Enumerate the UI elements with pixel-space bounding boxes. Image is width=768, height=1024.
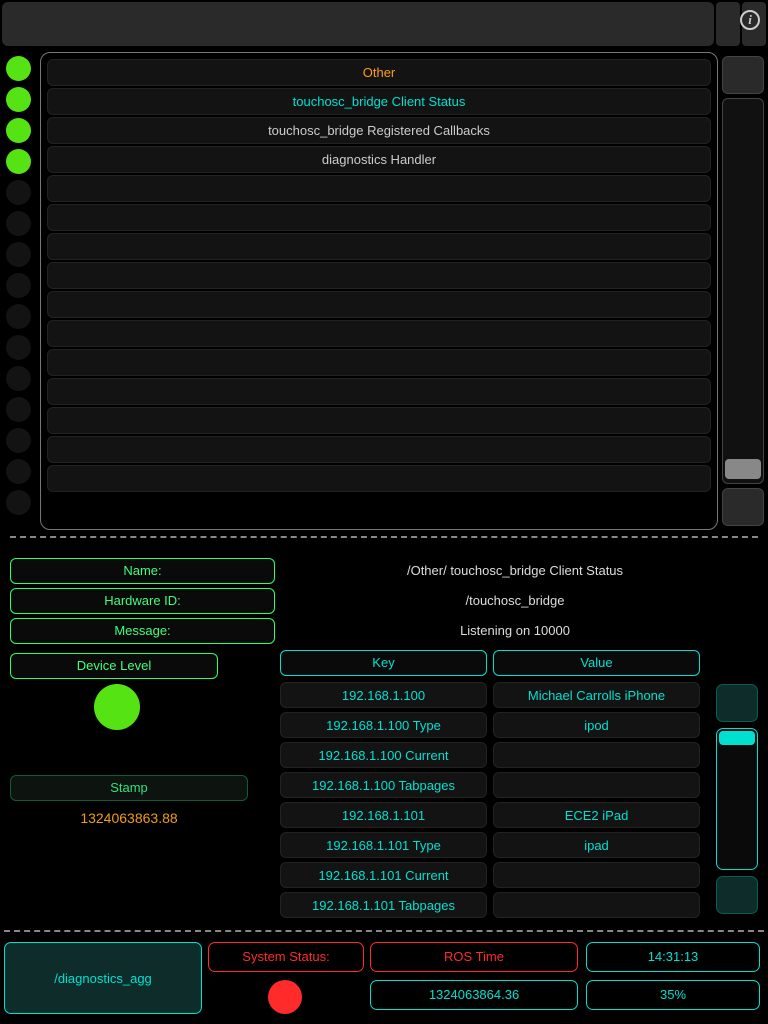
- list-item[interactable]: [47, 436, 711, 463]
- status-indicator: [6, 242, 31, 267]
- kv-row: 192.168.1.101 Tabpages: [280, 892, 700, 918]
- list-item[interactable]: touchosc_bridge Registered Callbacks: [47, 117, 711, 144]
- status-indicator: [6, 490, 31, 515]
- kv-key-cell: 192.168.1.101: [280, 802, 487, 828]
- list-item[interactable]: [47, 465, 711, 492]
- status-indicator: [6, 180, 31, 205]
- stamp-label: Stamp: [10, 775, 248, 801]
- message-label: Message:: [10, 618, 275, 644]
- top-bar: [2, 2, 714, 46]
- stamp-value: 1324063863.88: [10, 810, 248, 826]
- kv-key-cell: 192.168.1.100 Type: [280, 712, 487, 738]
- status-indicator: [6, 211, 31, 236]
- kv-row: 192.168.1.100 Tabpages: [280, 772, 700, 798]
- kv-scroll-thumb[interactable]: [719, 731, 755, 745]
- kv-row: 192.168.1.100 Current: [280, 742, 700, 768]
- detail-labels: Name: Hardware ID: Message:: [10, 558, 275, 648]
- ros-time-value: 1324063864.36: [370, 980, 578, 1010]
- kv-value-cell: [493, 892, 700, 918]
- kv-row: 192.168.1.100Michael Carrolls iPhone: [280, 682, 700, 708]
- list-item[interactable]: diagnostics Handler: [47, 146, 711, 173]
- kv-header-row: Key Value: [280, 650, 700, 676]
- diagnostics-topic[interactable]: /diagnostics_agg: [4, 942, 202, 1014]
- kv-key-cell: 192.168.1.100: [280, 682, 487, 708]
- stamp-box: Stamp: [10, 775, 248, 801]
- detail-values: /Other/ touchosc_bridge Client Status /t…: [285, 558, 745, 648]
- scroll-thumb[interactable]: [725, 459, 761, 479]
- kv-value-cell: ECE2 iPad: [493, 802, 700, 828]
- list-item[interactable]: [47, 320, 711, 347]
- device-level-box: Device Level: [10, 653, 218, 679]
- status-indicator: [6, 87, 31, 112]
- top-tab[interactable]: [716, 2, 740, 46]
- kv-row: 192.168.1.101 Current: [280, 862, 700, 888]
- list-item[interactable]: [47, 175, 711, 202]
- kv-key-cell: 192.168.1.100 Current: [280, 742, 487, 768]
- hardware-id-label: Hardware ID:: [10, 588, 275, 614]
- info-icon[interactable]: i: [740, 10, 760, 30]
- kv-value-cell: [493, 772, 700, 798]
- hardware-id-value: /touchosc_bridge: [285, 588, 745, 618]
- list-scrollbar[interactable]: [722, 56, 764, 526]
- status-indicator: [6, 56, 31, 81]
- list-item[interactable]: touchosc_bridge Client Status: [47, 88, 711, 115]
- device-level-indicator: [94, 684, 140, 730]
- list-item[interactable]: [47, 233, 711, 260]
- status-indicator: [6, 459, 31, 484]
- message-value: Listening on 10000: [285, 618, 745, 648]
- status-indicator: [6, 397, 31, 422]
- kv-value-header: Value: [493, 650, 700, 676]
- kv-row: 192.168.1.101ECE2 iPad: [280, 802, 700, 828]
- kv-value-cell: ipad: [493, 832, 700, 858]
- kv-value-cell: [493, 862, 700, 888]
- kv-scroll-down[interactable]: [716, 876, 758, 914]
- device-level-label: Device Level: [10, 653, 218, 679]
- kv-scrollbar[interactable]: [716, 684, 758, 914]
- scroll-track[interactable]: [722, 98, 764, 484]
- kv-value-cell: Michael Carrolls iPhone: [493, 682, 700, 708]
- ros-time-label: ROS Time: [370, 942, 578, 972]
- name-value: /Other/ touchosc_bridge Client Status: [285, 558, 745, 588]
- status-indicator-column: [6, 56, 31, 515]
- diagnostic-list-panel: Othertouchosc_bridge Client Statustoucho…: [40, 52, 718, 530]
- clock-time: 14:31:13: [586, 942, 760, 972]
- kv-key-cell: 192.168.1.101 Current: [280, 862, 487, 888]
- kv-value-cell: ipod: [493, 712, 700, 738]
- kv-key-header: Key: [280, 650, 487, 676]
- kv-value-cell: [493, 742, 700, 768]
- kv-key-cell: 192.168.1.101 Tabpages: [280, 892, 487, 918]
- bottom-status-bar: /diagnostics_agg System Status: ROS Time…: [4, 930, 764, 1020]
- status-indicator: [6, 366, 31, 391]
- scroll-up-button[interactable]: [722, 56, 764, 94]
- kv-scroll-track[interactable]: [716, 728, 758, 870]
- status-indicator: [6, 273, 31, 298]
- list-item[interactable]: [47, 407, 711, 434]
- list-item[interactable]: [47, 262, 711, 289]
- kv-scroll-up[interactable]: [716, 684, 758, 722]
- status-indicator: [6, 304, 31, 329]
- kv-key-cell: 192.168.1.100 Tabpages: [280, 772, 487, 798]
- list-item[interactable]: [47, 378, 711, 405]
- status-indicator: [6, 335, 31, 360]
- status-indicator: [6, 118, 31, 143]
- list-item[interactable]: [47, 204, 711, 231]
- section-divider: [10, 536, 758, 538]
- status-indicator: [6, 149, 31, 174]
- list-item[interactable]: [47, 291, 711, 318]
- percent-value: 35%: [586, 980, 760, 1010]
- list-item[interactable]: Other: [47, 59, 711, 86]
- status-indicator: [6, 428, 31, 453]
- scroll-down-button[interactable]: [722, 488, 764, 526]
- system-status-indicator: [268, 980, 302, 1014]
- kv-table: Key Value 192.168.1.100Michael Carrolls …: [280, 650, 700, 922]
- kv-key-cell: 192.168.1.101 Type: [280, 832, 487, 858]
- list-item[interactable]: [47, 349, 711, 376]
- system-status-label: System Status:: [208, 942, 364, 972]
- name-label: Name:: [10, 558, 275, 584]
- kv-row: 192.168.1.100 Typeipod: [280, 712, 700, 738]
- kv-row: 192.168.1.101 Typeipad: [280, 832, 700, 858]
